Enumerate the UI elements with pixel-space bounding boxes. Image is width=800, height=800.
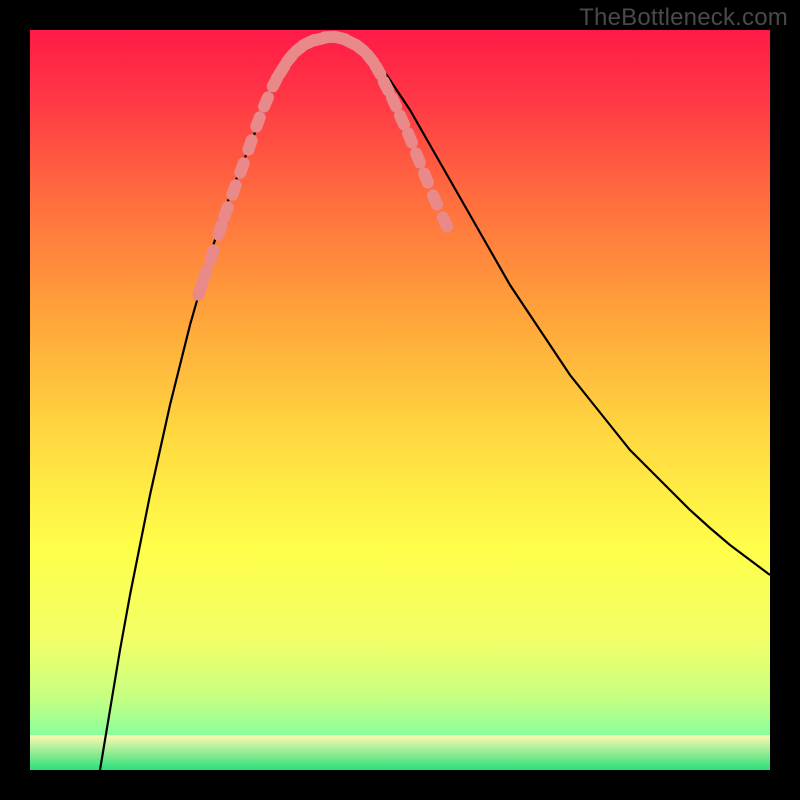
marker-segment: [435, 210, 455, 235]
plot-area: [30, 30, 770, 770]
watermark-label: TheBottleneck.com: [579, 4, 788, 32]
marker-segment: [408, 146, 427, 171]
marker-segment: [249, 110, 268, 135]
marker-segment: [241, 133, 260, 158]
marker-segment: [233, 156, 252, 181]
marker-segment: [203, 243, 221, 268]
marker-segment: [225, 178, 244, 203]
chart-frame: TheBottleneck.com: [0, 0, 800, 800]
bottleneck-curve: [100, 35, 770, 770]
marker-segment: [425, 188, 445, 213]
marker-segment: [416, 166, 435, 191]
chart-svg: [30, 30, 770, 770]
highlight-markers: [191, 30, 455, 302]
marker-segment: [256, 90, 276, 115]
